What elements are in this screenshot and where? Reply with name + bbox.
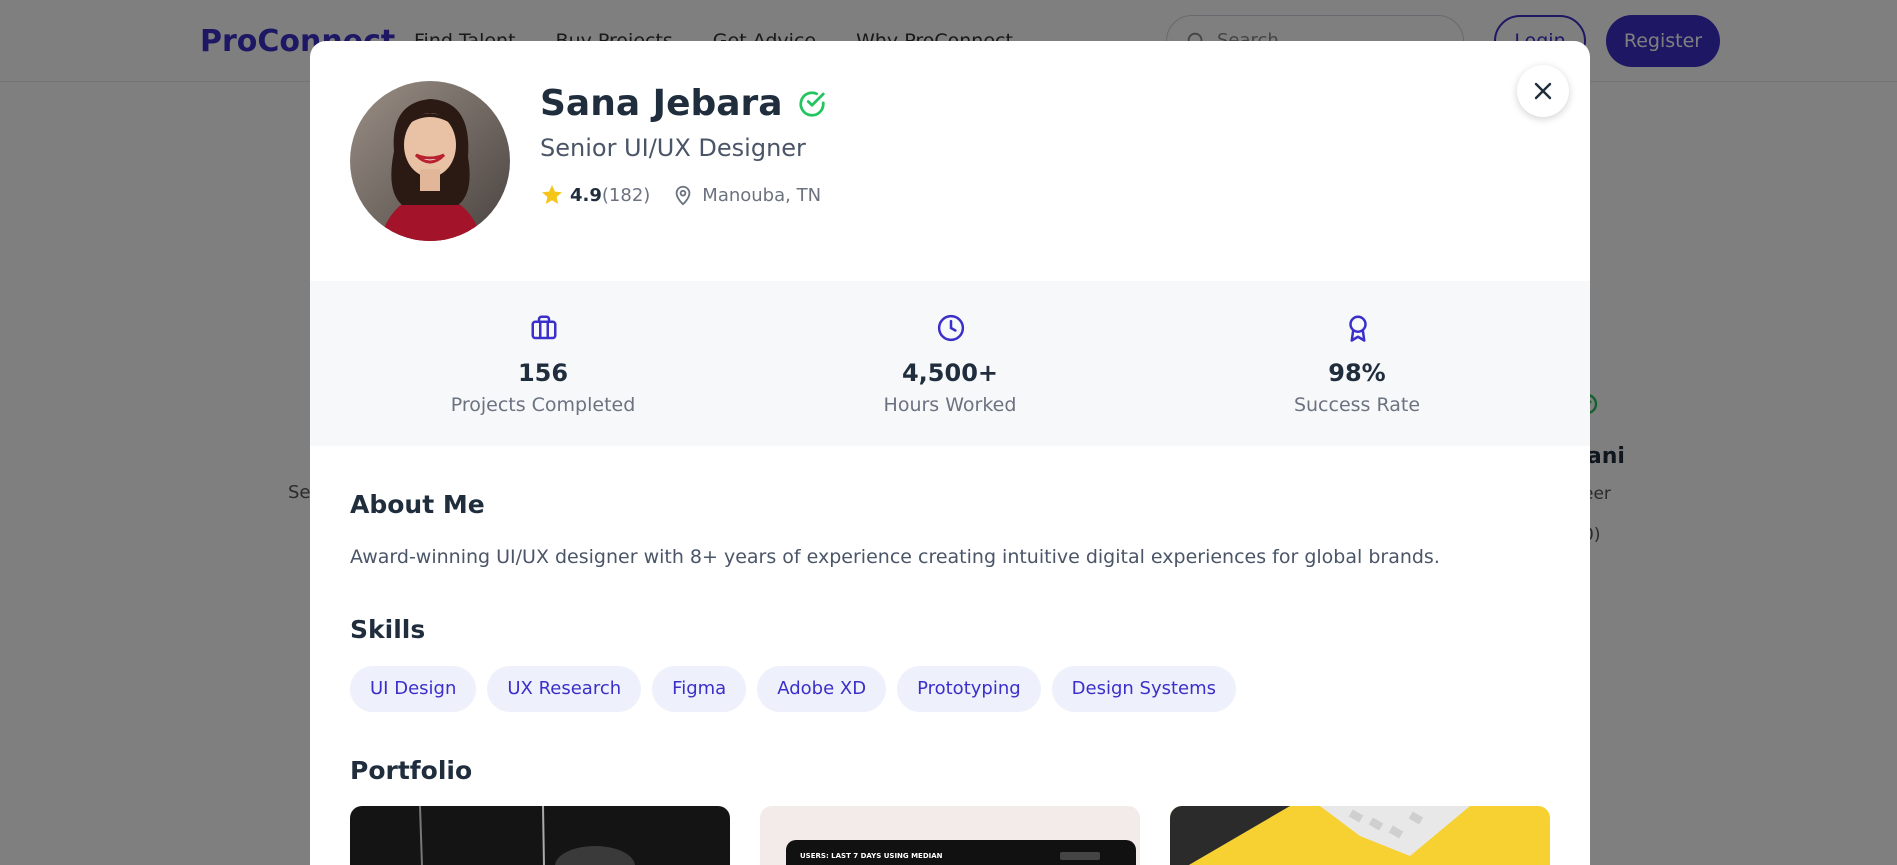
skill-tag[interactable]: Prototyping [897, 666, 1041, 712]
briefcase-icon [531, 315, 557, 340]
stat-value: 156 [517, 359, 569, 387]
stat-value: 4,500+ [901, 359, 999, 387]
portfolio-item[interactable]: USERS: LAST 7 DAYS USING MEDIAN [760, 806, 1140, 865]
skills-title: Skills [350, 615, 426, 644]
review-count: (182) [601, 184, 651, 206]
stats-panel: 156 Projects Completed 4,500+ Hours Work… [310, 281, 1590, 446]
about-title: About Me [350, 490, 485, 519]
profile-modal: Sana Jebara Senior UI/UX Designer 4.9 (1… [310, 41, 1590, 865]
stat-label: Success Rate [1293, 394, 1421, 416]
stat-projects-completed: 156 Projects Completed [393, 281, 693, 446]
portfolio-item[interactable] [1170, 806, 1550, 865]
avatar [350, 81, 510, 241]
skills-list: UI Design UX Research Figma Adobe XD Pro… [350, 666, 1237, 712]
stat-success-rate: 98% Success Rate [1207, 281, 1507, 446]
skill-tag[interactable]: UX Research [487, 666, 642, 712]
profile-name: Sana Jebara [540, 83, 783, 124]
close-button[interactable] [1517, 65, 1569, 117]
name-row: Sana Jebara [540, 83, 827, 124]
location-text: Manouba, TN [702, 184, 822, 206]
location: Manouba, TN [672, 184, 821, 206]
portfolio-item[interactable] [350, 806, 730, 865]
profile-meta: 4.9 (182) Manouba, TN [540, 183, 821, 207]
verified-icon [798, 90, 825, 117]
clock-icon [937, 314, 965, 342]
about-text: Award-winning UI/UX designer with 8+ yea… [350, 546, 1440, 568]
rating-value: 4.9 [570, 184, 602, 206]
stat-value: 98% [1328, 359, 1386, 387]
profile-title: Senior UI/UX Designer [540, 134, 806, 162]
skill-tag[interactable]: UI Design [350, 666, 477, 712]
stat-label: Hours Worked [883, 394, 1017, 416]
skill-tag[interactable]: Adobe XD [757, 666, 887, 712]
portfolio-title: Portfolio [350, 756, 473, 785]
skill-tag[interactable]: Figma [652, 666, 747, 712]
stat-hours-worked: 4,500+ Hours Worked [800, 281, 1100, 446]
award-icon [1349, 315, 1367, 342]
stat-label: Projects Completed [450, 394, 636, 416]
portfolio-thumbnail-caption: USERS: LAST 7 DAYS USING MEDIAN [800, 852, 943, 860]
close-icon [1534, 82, 1552, 100]
portfolio-grid: USERS: LAST 7 DAYS USING MEDIAN [350, 806, 1550, 865]
star-icon [542, 185, 562, 204]
map-pin-icon [675, 185, 691, 206]
skill-tag[interactable]: Design Systems [1051, 666, 1237, 712]
